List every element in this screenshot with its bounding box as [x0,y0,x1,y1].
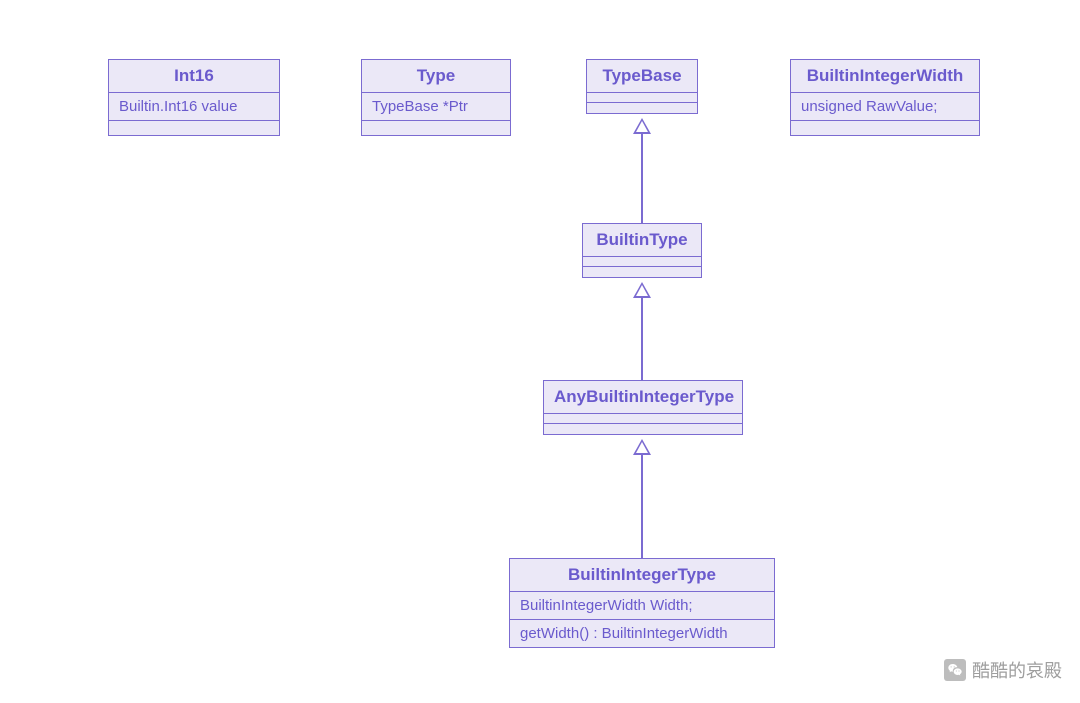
watermark: 酷酷的哀殿 [944,657,1062,683]
class-ops-empty [583,267,701,277]
class-title: Type [362,60,510,93]
arrow-line [641,133,643,223]
class-title: BuiltinType [583,224,701,257]
class-ops-empty [791,121,979,135]
class-ops-empty [587,103,697,113]
class-attr-empty [587,93,697,103]
class-attribute: Builtin.Int16 value [109,93,279,121]
wechat-icon [944,659,966,681]
class-builtinintegertype: BuiltinIntegerType BuiltinIntegerWidth W… [509,558,775,648]
class-attribute: BuiltinIntegerWidth Width; [510,592,774,620]
class-anybuiltinintegertype: AnyBuiltinIntegerType [543,380,743,435]
class-attr-empty [583,257,701,267]
class-title: BuiltinIntegerWidth [791,60,979,93]
class-int16: Int16 Builtin.Int16 value [108,59,280,136]
class-type: Type TypeBase *Ptr [361,59,511,136]
arrowhead-icon [633,118,651,134]
class-ops-empty [362,121,510,135]
class-title: Int16 [109,60,279,93]
class-ops-empty [544,424,742,434]
class-title: AnyBuiltinIntegerType [544,381,742,414]
arrow-line [641,297,643,380]
arrow-line [641,454,643,558]
watermark-text: 酷酷的哀殿 [972,657,1062,683]
arrowhead-icon [633,282,651,298]
class-builtinintegerwidth: BuiltinIntegerWidth unsigned RawValue; [790,59,980,136]
class-ops-empty [109,121,279,135]
class-attribute: unsigned RawValue; [791,93,979,121]
class-attr-empty [544,414,742,424]
arrowhead-icon [633,439,651,455]
class-typebase: TypeBase [586,59,698,114]
class-builtintype: BuiltinType [582,223,702,278]
class-title: BuiltinIntegerType [510,559,774,592]
class-title: TypeBase [587,60,697,93]
class-operation: getWidth() : BuiltinIntegerWidth [510,620,774,647]
class-attribute: TypeBase *Ptr [362,93,510,121]
